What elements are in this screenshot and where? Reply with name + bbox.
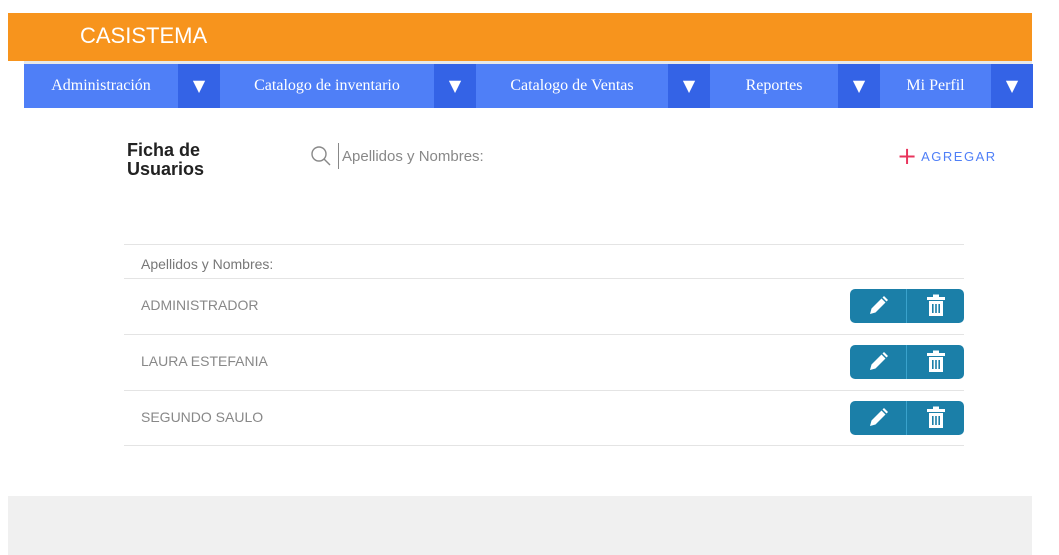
menu-label[interactable]: Reportes	[710, 64, 838, 108]
menu-mi-perfil[interactable]: Mi Perfil ▼	[880, 64, 1033, 108]
row-actions	[850, 401, 964, 435]
user-name: ADMINISTRADOR	[141, 297, 259, 313]
edit-button[interactable]	[850, 401, 907, 435]
main-nav: Administración ▼ Catalogo de inventario …	[24, 61, 1033, 108]
delete-button[interactable]	[907, 401, 964, 435]
table-row: ADMINISTRADOR	[124, 278, 964, 334]
caret-down-icon[interactable]: ▼	[434, 64, 476, 108]
app-header: CASISTEMA	[8, 13, 1032, 61]
add-label: AGREGAR	[921, 148, 997, 164]
edit-button[interactable]	[850, 289, 907, 323]
brand-title: CASISTEMA	[80, 23, 208, 48]
add-button[interactable]: + AGREGAR	[897, 142, 997, 170]
users-table: Apellidos y Nombres: ADMINISTRADOR LAURA…	[124, 244, 964, 446]
page-footer	[8, 496, 1032, 555]
column-header-name: Apellidos y Nombres:	[141, 256, 274, 272]
table-row: SEGUNDO SAULO	[124, 390, 964, 446]
search-icon	[311, 146, 331, 166]
delete-button[interactable]	[907, 289, 964, 323]
trash-icon	[926, 294, 945, 316]
pencil-icon	[870, 408, 888, 426]
search-input[interactable]	[338, 143, 728, 169]
menu-label[interactable]: Administración	[24, 64, 178, 108]
pencil-icon	[870, 296, 888, 314]
menu-reportes[interactable]: Reportes ▼	[710, 64, 880, 108]
pencil-icon	[870, 352, 888, 370]
caret-down-icon[interactable]: ▼	[838, 64, 880, 108]
user-name: SEGUNDO SAULO	[141, 409, 264, 425]
row-actions	[850, 289, 964, 323]
menu-administracion[interactable]: Administración ▼	[24, 64, 220, 108]
page-title: Ficha de Usuarios	[127, 141, 204, 179]
edit-button[interactable]	[850, 345, 907, 379]
page-title-line1: Ficha de	[127, 140, 201, 160]
search-box[interactable]	[310, 143, 730, 169]
page-title-line2: Usuarios	[127, 159, 205, 179]
table-header: Apellidos y Nombres:	[124, 244, 964, 278]
menu-label[interactable]: Mi Perfil	[880, 64, 991, 108]
trash-icon	[926, 350, 945, 372]
menu-label[interactable]: Catalogo de inventario	[220, 64, 434, 108]
menu-label[interactable]: Catalogo de Ventas	[476, 64, 668, 108]
trash-icon	[926, 406, 945, 428]
caret-down-icon[interactable]: ▼	[991, 64, 1033, 108]
user-name: LAURA ESTEFANIA	[141, 353, 268, 369]
table-row: LAURA ESTEFANIA	[124, 334, 964, 390]
plus-icon: +	[897, 142, 918, 170]
row-actions	[850, 345, 964, 379]
delete-button[interactable]	[907, 345, 964, 379]
menu-catalogo-ventas[interactable]: Catalogo de Ventas ▼	[476, 64, 710, 108]
menu-catalogo-inventario[interactable]: Catalogo de inventario ▼	[220, 64, 476, 108]
caret-down-icon[interactable]: ▼	[668, 64, 710, 108]
caret-down-icon[interactable]: ▼	[178, 64, 220, 108]
